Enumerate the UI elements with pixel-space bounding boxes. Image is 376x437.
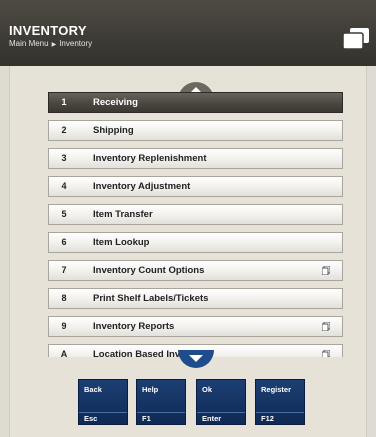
menu-item-label: Shipping bbox=[93, 125, 134, 136]
windows-icon[interactable] bbox=[341, 27, 371, 51]
menu-item-key: 8 bbox=[61, 293, 67, 303]
scroll-down-button[interactable] bbox=[178, 350, 214, 370]
menu-item-key: 4 bbox=[61, 181, 67, 191]
menu-item-label: Inventory Reports bbox=[93, 321, 175, 332]
ok-button[interactable]: Ok Enter bbox=[196, 379, 246, 425]
submenu-doc-icon bbox=[322, 322, 330, 331]
menu-item-print-shelf-labels[interactable]: 8 Print Shelf Labels/Tickets bbox=[48, 288, 343, 309]
menu-item-key: 5 bbox=[61, 209, 67, 219]
submenu-doc-icon bbox=[322, 350, 330, 357]
menu-item-key: A bbox=[60, 349, 68, 357]
help-button[interactable]: Help F1 bbox=[136, 379, 186, 425]
back-button[interactable]: Back Esc bbox=[78, 379, 128, 425]
submenu-doc-icon bbox=[322, 266, 330, 275]
menu-list: 1 Receiving 2 Shipping 3 Inventory Reple… bbox=[48, 92, 343, 357]
menu-item-label: Inventory Count Options bbox=[93, 265, 205, 276]
menu-item-inventory-reports[interactable]: 9 Inventory Reports bbox=[48, 316, 343, 337]
menu-item-key: 1 bbox=[61, 97, 67, 107]
breadcrumb: Main Menu ▶ Inventory bbox=[9, 39, 92, 50]
menu-item-receiving[interactable]: 1 Receiving bbox=[48, 92, 343, 113]
menu-item-item-transfer[interactable]: 5 Item Transfer bbox=[48, 204, 343, 225]
menu-item-key: 9 bbox=[61, 321, 67, 331]
fkey-shortcut: F12 bbox=[261, 414, 274, 423]
menu-item-inventory-replenishment[interactable]: 3 Inventory Replenishment bbox=[48, 148, 343, 169]
app-header: INVENTORY Main Menu ▶ Inventory bbox=[0, 0, 376, 66]
menu-item-item-lookup[interactable]: 6 Item Lookup bbox=[48, 232, 343, 253]
menu-item-key: 7 bbox=[61, 265, 67, 275]
menu-item-label: Receiving bbox=[93, 97, 138, 108]
menu-item-label: Item Transfer bbox=[93, 209, 153, 220]
menu-item-key: 3 bbox=[61, 153, 67, 163]
fkey-shortcut: Esc bbox=[84, 414, 98, 423]
menu-item-key: 2 bbox=[61, 125, 67, 135]
fkey-label: Register bbox=[261, 385, 292, 394]
breadcrumb-main-menu[interactable]: Main Menu bbox=[9, 39, 49, 48]
register-button[interactable]: Register F12 bbox=[255, 379, 305, 425]
menu-item-label: Print Shelf Labels/Tickets bbox=[93, 293, 209, 304]
fkey-label: Ok bbox=[202, 385, 213, 394]
menu-item-label: Inventory Adjustment bbox=[93, 181, 191, 192]
breadcrumb-inventory: Inventory bbox=[59, 39, 93, 48]
menu-item-shipping[interactable]: 2 Shipping bbox=[48, 120, 343, 141]
menu-item-inventory-count-options[interactable]: 7 Inventory Count Options bbox=[48, 260, 343, 281]
menu-item-label: Item Lookup bbox=[93, 237, 150, 248]
fkey-shortcut: F1 bbox=[142, 414, 151, 423]
fkey-label: Back bbox=[84, 385, 102, 394]
fkey-shortcut: Enter bbox=[202, 414, 222, 423]
page-title: INVENTORY bbox=[9, 23, 87, 38]
menu-item-key: 6 bbox=[61, 237, 67, 247]
fkey-label: Help bbox=[142, 385, 159, 394]
breadcrumb-arrow-icon: ▶ bbox=[51, 42, 57, 48]
menu-item-label: Inventory Replenishment bbox=[93, 153, 207, 164]
menu-item-inventory-adjustment[interactable]: 4 Inventory Adjustment bbox=[48, 176, 343, 197]
